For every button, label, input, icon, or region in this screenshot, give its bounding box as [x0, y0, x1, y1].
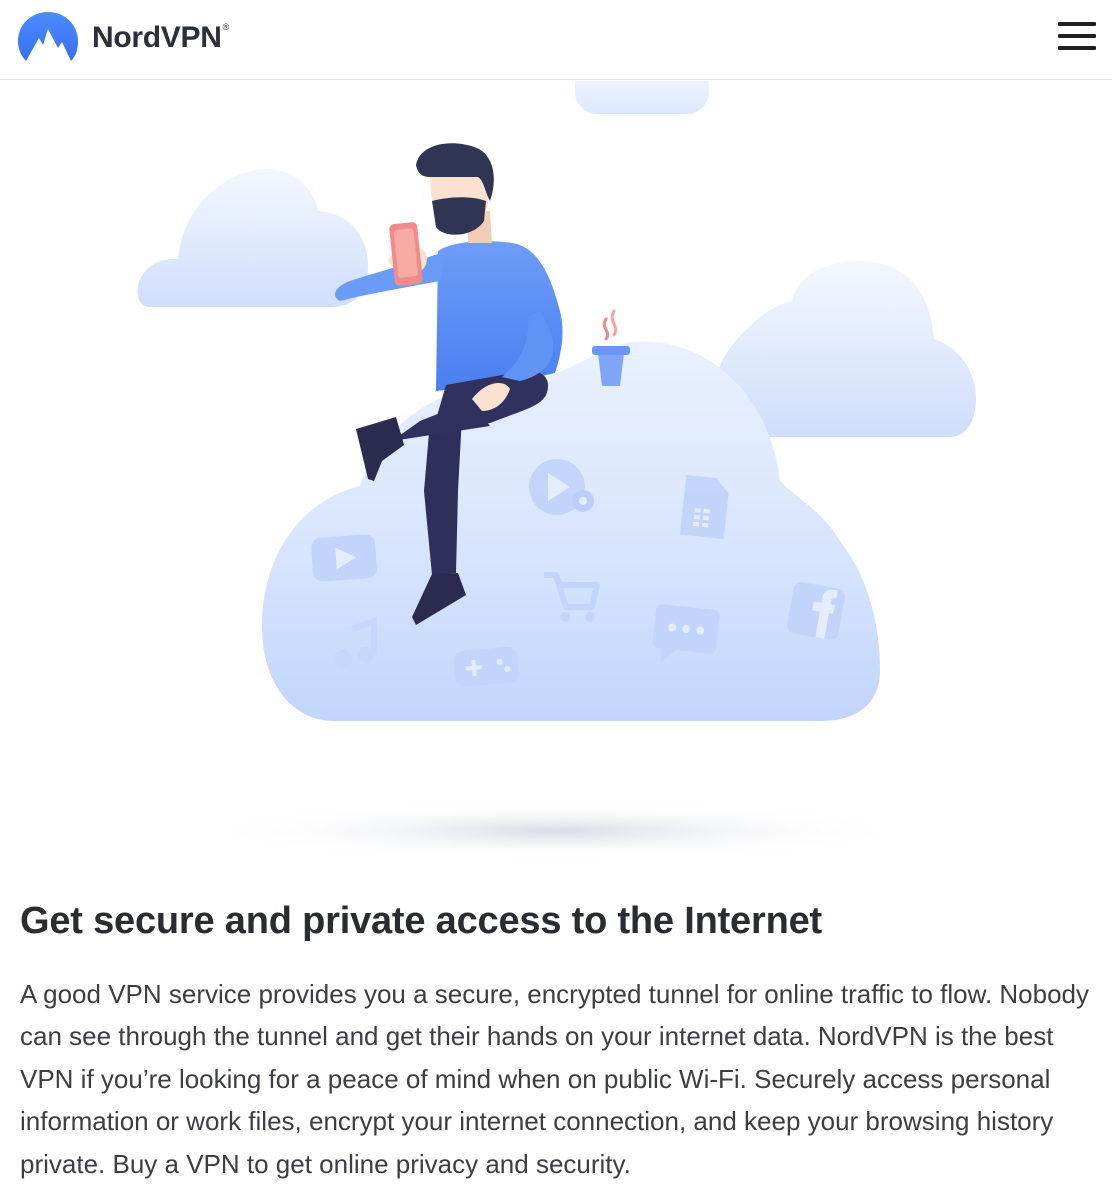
hero-illustration: [0, 81, 1112, 881]
facebook-icon: [787, 582, 845, 640]
ground-shadow: [196, 801, 916, 861]
left-cloud: [137, 169, 368, 307]
man-on-cloud-illustration: [137, 81, 976, 861]
site-header: NordVPN®: [0, 0, 1112, 80]
nordvpn-mountain-logo-icon: [18, 12, 78, 61]
page-title: Get secure and private access to the Int…: [20, 900, 822, 942]
brand-name: NordVPN®: [92, 21, 229, 54]
brand-logo-link[interactable]: NordVPN®: [18, 12, 229, 64]
youtube-icon: [311, 534, 377, 582]
top-cloud: [575, 81, 709, 114]
hamburger-menu-icon[interactable]: [1058, 22, 1096, 52]
gamepad-icon: [453, 647, 519, 687]
intro-paragraph: A good VPN service provides you a secure…: [20, 979, 1090, 1179]
